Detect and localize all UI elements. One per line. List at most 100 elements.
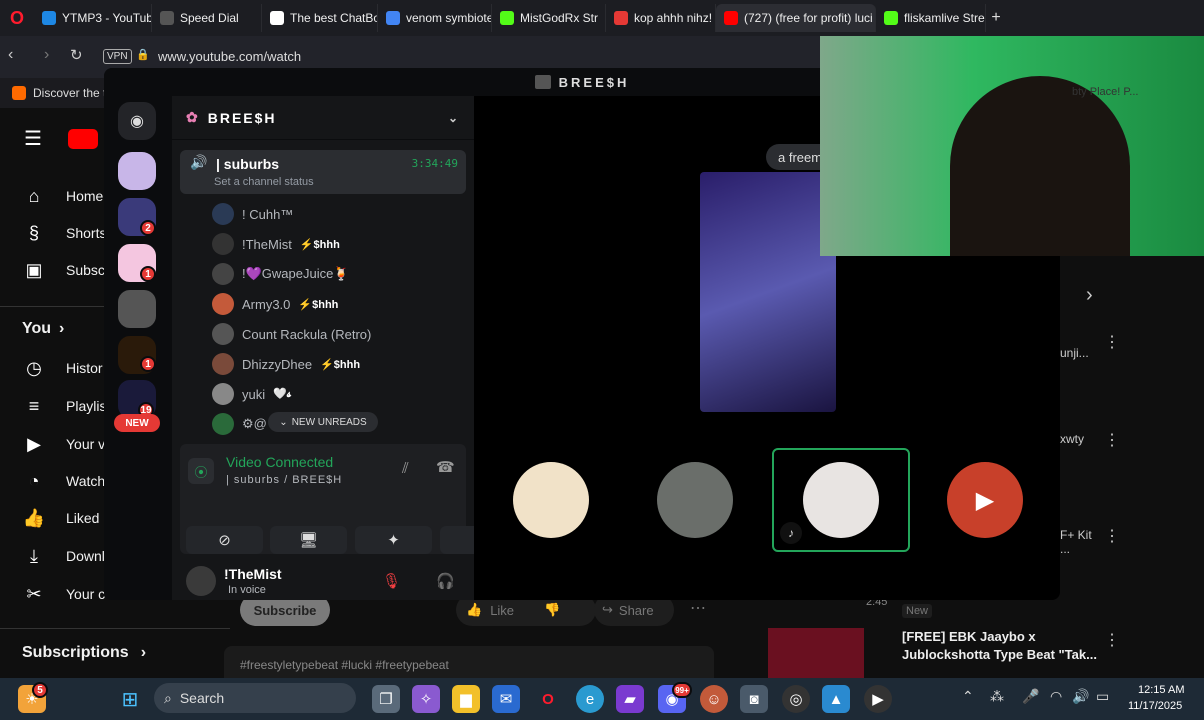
hashtags[interactable]: #freestyletypebeat #lucki #freetypebeat (240, 658, 449, 672)
copilot-icon[interactable]: ✧ (412, 685, 440, 713)
wifi-icon[interactable]: ◠ (1050, 688, 1062, 705)
photos-icon[interactable]: ▲ (822, 685, 850, 713)
sidebar-item-liked[interactable]: 👍 Liked (22, 506, 100, 530)
browser-tab[interactable]: kop ahhh nihz! p (606, 4, 716, 32)
edge-icon[interactable]: e (576, 685, 604, 713)
camera-off-button[interactable]: ⊘ (186, 526, 263, 554)
member-name: Army3.0 (242, 296, 291, 312)
headphones-icon[interactable]: 🎧 (436, 572, 455, 590)
browser-tab[interactable]: MistGodRx Str (492, 4, 606, 32)
sidebar-subscriptions-header[interactable]: Subscriptions › (22, 644, 146, 662)
file-explorer-icon[interactable]: ▆ (452, 685, 480, 713)
hamburger-menu-icon[interactable]: ☰ (24, 126, 42, 151)
sidebar-item-subscriptions[interactable]: ▣ Subsc (22, 258, 104, 282)
url-field[interactable]: www.youtube.com/watch (158, 49, 301, 64)
recommendation-title-fragment[interactable]: xwty (1060, 432, 1084, 446)
more-options-icon[interactable]: ⋮ (1104, 430, 1120, 450)
activities-button[interactable]: ✦ (355, 526, 432, 554)
avatar[interactable] (186, 566, 216, 596)
new-unreads-pill[interactable]: NEW (114, 414, 160, 432)
obs-icon[interactable]: ◎ (782, 685, 810, 713)
thumbs-down-icon[interactable]: 👎 (544, 602, 560, 618)
volume-icon[interactable]: 🔊 (1072, 688, 1089, 705)
voice-member[interactable]: yuki 🤍𝓼 (212, 382, 291, 406)
clipchamp-icon[interactable]: ▰ (616, 685, 644, 713)
browser-tab[interactable]: fliskamlive Stre (876, 4, 986, 32)
clock-time[interactable]: 12:15 AM (1138, 684, 1184, 696)
sidebar-item-downloads[interactable]: ⤓ Downl (22, 544, 105, 568)
clock-date[interactable]: 11/17/2025 (1128, 700, 1182, 712)
recommendation-title[interactable]: [FREE] EBK Jaaybo x Jublockshotta Type B… (902, 628, 1102, 664)
opera-logo-icon[interactable]: O (0, 0, 34, 36)
noise-suppression-icon[interactable]: ⫽ (402, 460, 409, 477)
app-icon[interactable]: ☺ (700, 685, 728, 713)
task-view-icon[interactable]: ❐ (372, 685, 400, 713)
screen-share-button[interactable]: 🖥 (270, 526, 347, 554)
avatar (212, 413, 234, 435)
battery-icon[interactable]: ▭ (1096, 688, 1109, 705)
sidebar-item-home[interactable]: ⌂ Home (22, 184, 104, 208)
participant-tile[interactable] (626, 448, 764, 552)
channel-status[interactable]: Set a channel status (214, 176, 314, 188)
user-name[interactable]: !TheMist (224, 566, 282, 582)
sidebar-item-history[interactable]: ◷ Histor (22, 356, 102, 380)
sidebar-item-shorts[interactable]: § Shorts (22, 221, 106, 245)
browser-tab[interactable]: Speed Dial (152, 4, 262, 32)
voice-member[interactable]: !TheMist ⚡$hhh (212, 232, 340, 256)
youtube-logo-icon[interactable] (68, 129, 98, 149)
mail-icon[interactable]: ✉ (492, 685, 520, 713)
more-actions-icon[interactable]: ⋯ (690, 598, 706, 618)
camera-icon[interactable]: ◙ (740, 685, 768, 713)
sidebar-item-your-videos[interactable]: ▶ Your v (22, 432, 105, 456)
back-icon[interactable]: ‹ (8, 46, 13, 64)
chevron-right-icon[interactable]: › (1086, 284, 1093, 307)
sidebar-item-playlists[interactable]: ≡ Playlis (22, 394, 107, 418)
browser-tab[interactable]: The best ChatBot (262, 4, 378, 32)
voice-channel-name: | suburbs (216, 156, 280, 172)
discord-home-button[interactable]: ◉ (118, 102, 156, 140)
sidebar-item-clips[interactable]: ✂ Your c (22, 582, 105, 606)
new-unreads-button[interactable]: ⌄ NEW UNREADS (268, 412, 378, 432)
taskbar-search[interactable]: ⌕ Search (154, 683, 356, 713)
server-header[interactable]: ✿ BREE$H ⌄ (172, 96, 474, 140)
forward-icon[interactable]: › (44, 46, 49, 64)
sidebar-you-header[interactable]: You › (22, 320, 64, 338)
browser-tab[interactable]: (727) (free for profit) luci (716, 4, 876, 32)
new-badge: New (902, 604, 933, 618)
voice-member[interactable]: Count Rackula (Retro) (212, 322, 371, 346)
video-feed[interactable] (700, 172, 836, 412)
browser-tab[interactable]: YTMP3 - YouTube (34, 4, 152, 32)
new-tab-button[interactable]: + (986, 9, 1006, 27)
voice-channel[interactable]: 🔊 | suburbs 3:34:49 Set a channel status (180, 150, 466, 194)
start-button[interactable]: ⊞ (116, 685, 144, 713)
browser-tab[interactable]: venom symbiote (378, 4, 492, 32)
voice-member[interactable]: !💜GwapeJuice🍹 (212, 262, 350, 286)
voice-member[interactable]: ! Cuhh™ (212, 202, 293, 226)
mute-mic-icon[interactable]: 🎙 (382, 572, 401, 590)
bookmark-item[interactable]: Discover the t (33, 86, 106, 100)
recommendation-title-fragment[interactable]: unji... (1060, 346, 1089, 360)
recommendation-title-fragment[interactable]: F+ Kit ... (1060, 528, 1092, 556)
vpn-badge[interactable]: VPN (103, 49, 132, 64)
opera-icon[interactable]: O (534, 685, 562, 713)
server-icon[interactable] (118, 290, 156, 328)
participant-tile[interactable]: ▶ (916, 448, 1054, 552)
voice-member[interactable]: Army3.0 ⚡$hhh (212, 292, 338, 316)
participant-tile[interactable] (482, 448, 620, 552)
more-options-icon[interactable]: ⋮ (1104, 332, 1120, 352)
microphone-icon[interactable]: 🎤 (1022, 688, 1039, 705)
participant-tile-speaking[interactable]: ♪ (772, 448, 910, 552)
sidebar-item-watch-later[interactable]: ◔ Watch (22, 469, 106, 493)
recommendation-thumbnail[interactable] (768, 628, 864, 678)
disconnect-icon[interactable]: ☎ (436, 458, 455, 476)
voice-location[interactable]: | suburbs / BREE$H (226, 474, 342, 486)
more-options-icon[interactable]: ⋮ (1104, 526, 1120, 546)
chevron-up-icon[interactable]: ⌃ (962, 688, 974, 705)
voice-member[interactable]: DhizzyDhee ⚡$hhh (212, 352, 360, 376)
signal-icon[interactable]: ⦿ (188, 458, 214, 484)
network-app-icon[interactable]: ⁂ (990, 688, 1004, 705)
media-player-icon[interactable]: ▶ (864, 685, 892, 713)
reload-icon[interactable]: ↻ (70, 46, 83, 64)
more-options-icon[interactable]: ⋮ (1104, 630, 1120, 650)
server-icon[interactable] (118, 152, 156, 190)
